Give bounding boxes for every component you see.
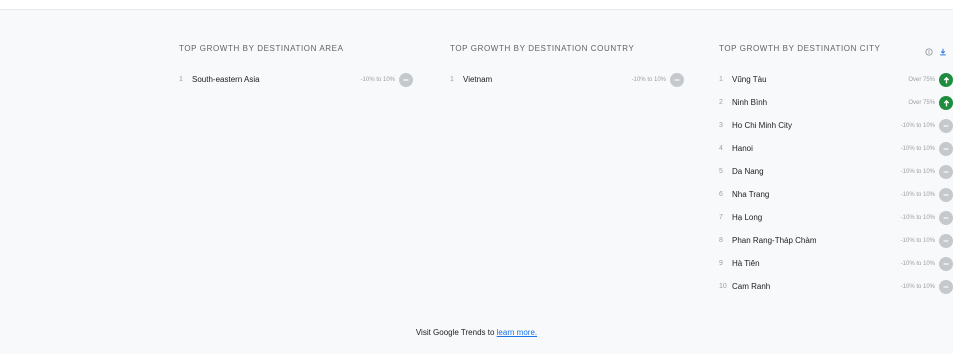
rank-number: 3 <box>719 122 723 129</box>
flat-trend-icon <box>939 165 953 179</box>
growth-range: Over 75% <box>908 77 935 83</box>
rank-number: 10 <box>719 283 727 290</box>
destination-name: Vietnam <box>463 75 493 84</box>
flat-trend-icon <box>939 280 953 294</box>
destination-city-column: TOP GROWTH BY DESTINATION CITY 1 Vũng Tà… <box>719 43 953 303</box>
growth-range: -10% to 10% <box>900 192 935 198</box>
destination-name: Phan Rang-Tháp Chàm <box>732 236 817 245</box>
destination-name: Ninh Bình <box>732 98 768 107</box>
growth-range: -10% to 10% <box>900 238 935 244</box>
destination-country-list: 1 Vietnam -10% to 10% <box>450 73 684 96</box>
destination-name: Hạ Long <box>732 213 763 222</box>
growth-range: -10% to 10% <box>360 77 395 83</box>
flat-trend-icon <box>939 119 953 133</box>
page-frame: TOP GROWTH BY DESTINATION AREA 1 South-e… <box>0 0 953 354</box>
flat-trend-icon <box>939 234 953 248</box>
flat-trend-icon <box>939 188 953 202</box>
rank-number: 5 <box>719 168 723 175</box>
growth-range: -10% to 10% <box>900 284 935 290</box>
destination-name: Ho Chi Minh City <box>732 121 793 130</box>
growth-range: Over 75% <box>908 100 935 106</box>
rank-number: 9 <box>719 260 723 267</box>
column-title: TOP GROWTH BY DESTINATION CITY <box>719 44 881 53</box>
list-item[interactable]: 2 Ninh Bình Over 75% <box>719 96 953 119</box>
list-item[interactable]: 1 South-eastern Asia -10% to 10% <box>179 73 413 96</box>
destination-country-column: TOP GROWTH BY DESTINATION COUNTRY 1 Viet… <box>450 43 684 96</box>
list-item[interactable]: 3 Ho Chi Minh City -10% to 10% <box>719 119 953 142</box>
rank-number: 6 <box>719 191 723 198</box>
list-item[interactable]: 6 Nha Trang -10% to 10% <box>719 188 953 211</box>
rank-number: 2 <box>719 99 723 106</box>
up-arrow-icon <box>939 96 953 110</box>
list-item[interactable]: 1 Vũng Tàu Over 75% <box>719 73 953 96</box>
list-item[interactable]: 5 Da Nang -10% to 10% <box>719 165 953 188</box>
list-item[interactable]: 8 Phan Rang-Tháp Chàm -10% to 10% <box>719 234 953 257</box>
rank-number: 1 <box>450 76 454 83</box>
list-item[interactable]: 7 Hạ Long -10% to 10% <box>719 211 953 234</box>
growth-range: -10% to 10% <box>900 261 935 267</box>
destination-area-list: 1 South-eastern Asia -10% to 10% <box>179 73 413 96</box>
destination-name: Nha Trang <box>732 190 770 199</box>
flat-trend-icon <box>939 257 953 271</box>
footer-text: Visit Google Trends to <box>415 328 497 337</box>
destination-name: Vũng Tàu <box>732 75 767 84</box>
destination-name: Cam Ranh <box>732 282 771 291</box>
rank-number: 1 <box>179 76 183 83</box>
destination-city-list: 1 Vũng Tàu Over 75% 2 Ninh Bình Over 75% <box>719 73 953 303</box>
list-item[interactable]: 4 Hanoi -10% to 10% <box>719 142 953 165</box>
rank-number: 4 <box>719 145 723 152</box>
top-divider <box>0 0 953 10</box>
growth-range: -10% to 10% <box>900 146 935 152</box>
footer-note: Visit Google Trends to learn more. <box>0 328 953 337</box>
list-item[interactable]: 1 Vietnam -10% to 10% <box>450 73 684 96</box>
flat-trend-icon <box>939 211 953 225</box>
destination-name: South-eastern Asia <box>192 75 260 84</box>
list-item[interactable]: 9 Hà Tiên -10% to 10% <box>719 257 953 280</box>
growth-range: -10% to 10% <box>900 123 935 129</box>
destination-area-column: TOP GROWTH BY DESTINATION AREA 1 South-e… <box>179 43 413 96</box>
learn-more-link[interactable]: learn more. <box>497 328 537 337</box>
rank-number: 7 <box>719 214 723 221</box>
growth-range: -10% to 10% <box>900 215 935 221</box>
growth-range: -10% to 10% <box>900 169 935 175</box>
destination-name: Hà Tiên <box>732 259 760 268</box>
column-title: TOP GROWTH BY DESTINATION COUNTRY <box>450 44 635 53</box>
flat-trend-icon <box>670 73 684 87</box>
flat-trend-icon <box>399 73 413 87</box>
column-title: TOP GROWTH BY DESTINATION AREA <box>179 44 344 53</box>
destination-name: Da Nang <box>732 167 764 176</box>
flat-trend-icon <box>939 142 953 156</box>
up-arrow-icon <box>939 73 953 87</box>
list-item[interactable]: 10 Cam Ranh -10% to 10% <box>719 280 953 303</box>
rank-number: 8 <box>719 237 723 244</box>
rank-number: 1 <box>719 76 723 83</box>
growth-panel: TOP GROWTH BY DESTINATION AREA 1 South-e… <box>0 10 953 354</box>
growth-range: -10% to 10% <box>631 77 666 83</box>
destination-name: Hanoi <box>732 144 753 153</box>
